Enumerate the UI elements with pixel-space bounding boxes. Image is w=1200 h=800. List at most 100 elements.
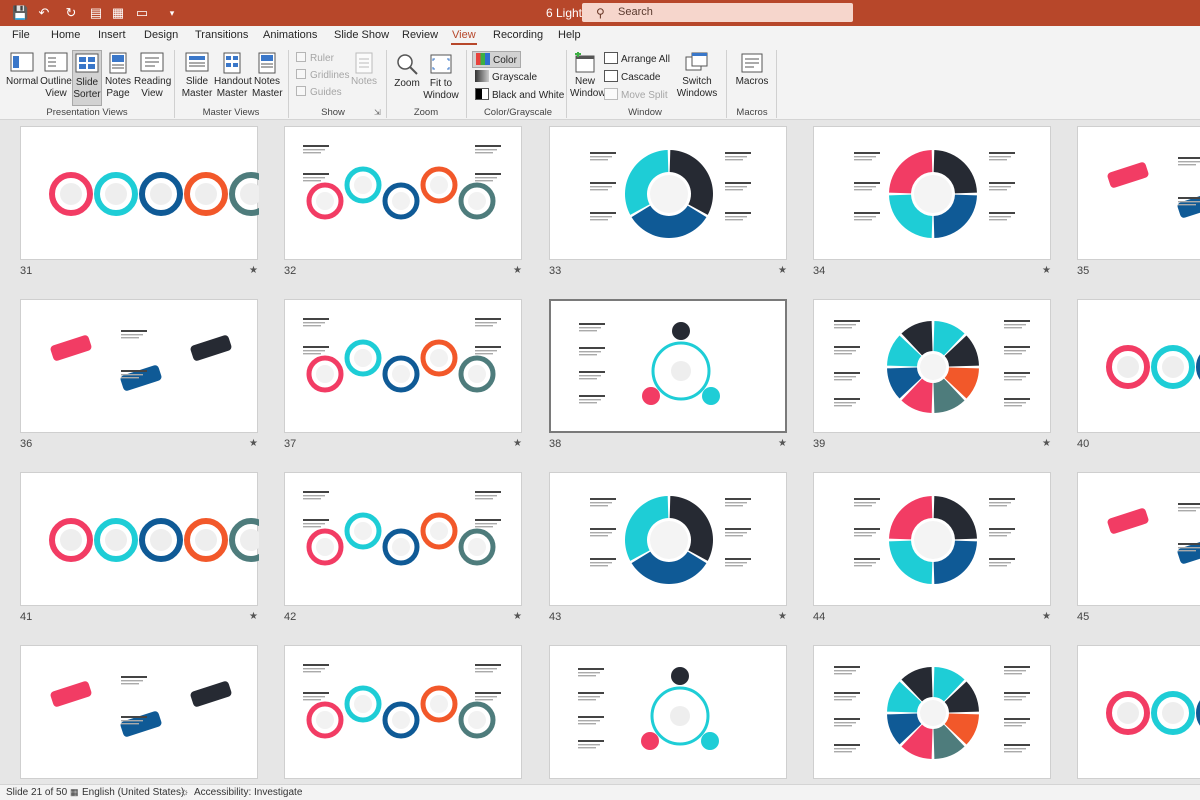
slide-thumbnail[interactable] xyxy=(284,472,522,606)
ruler-label: Ruler xyxy=(310,53,334,64)
transition-star-icon[interactable]: ★ xyxy=(1042,611,1051,622)
transition-star-icon[interactable]: ★ xyxy=(778,611,787,622)
tab-design[interactable]: Design xyxy=(144,29,178,41)
accessibility-status[interactable]: Accessibility: Investigate xyxy=(194,787,302,798)
transition-star-icon[interactable]: ★ xyxy=(1042,265,1051,276)
format-icon[interactable]: ▦ xyxy=(110,5,126,21)
notes-master-button[interactable]: Notes Master xyxy=(252,52,283,100)
fit-to-window-button[interactable]: Fit to Window xyxy=(422,52,460,102)
slide-thumbnail[interactable] xyxy=(284,126,522,260)
tab-help[interactable]: Help xyxy=(558,29,581,41)
redo-icon[interactable]: ↻ xyxy=(63,5,79,21)
notes-label: Notes xyxy=(350,76,378,87)
slide-thumbnail[interactable] xyxy=(20,126,259,260)
tab-home[interactable]: Home xyxy=(51,29,80,41)
slide-thumbnail[interactable] xyxy=(1077,299,1200,433)
transition-star-icon[interactable]: ★ xyxy=(778,438,787,449)
fit-to-window-icon xyxy=(430,54,452,74)
macros-button[interactable]: Macros xyxy=(734,52,770,88)
shape-icon[interactable]: ▭ xyxy=(134,5,150,21)
zoom-button[interactable]: Zoom xyxy=(392,52,422,90)
transition-star-icon[interactable]: ★ xyxy=(513,265,522,276)
handout-master-button[interactable]: Handout Master xyxy=(214,52,252,100)
slide-thumbnail[interactable] xyxy=(549,299,787,433)
slide-number: 43 xyxy=(549,611,562,623)
slide-master-button[interactable]: Slide Master xyxy=(180,52,214,100)
slide-number: 31 xyxy=(20,265,33,277)
transition-star-icon[interactable]: ★ xyxy=(249,611,258,622)
slide-thumbnail[interactable] xyxy=(813,299,1051,433)
divider xyxy=(776,50,777,118)
new-window-button[interactable]: New Window xyxy=(570,52,606,100)
slide-thumbnail[interactable] xyxy=(20,645,258,779)
switch-windows-button[interactable]: Switch Windows xyxy=(674,52,720,100)
slide-thumbnail[interactable] xyxy=(20,472,259,606)
gridlines-label: Gridlines xyxy=(310,70,350,81)
slide-sorter-button[interactable]: Slide Sorter xyxy=(72,50,102,106)
black-and-white-button[interactable]: Black and White xyxy=(475,88,564,101)
present-icon[interactable]: ▤ xyxy=(88,5,104,21)
tab-insert[interactable]: Insert xyxy=(98,29,126,41)
slide-thumbnail[interactable] xyxy=(549,472,787,606)
move-split-button[interactable]: Move Split xyxy=(604,88,668,101)
tab-slide-show[interactable]: Slide Show xyxy=(334,29,389,41)
tab-animations[interactable]: Animations xyxy=(263,29,317,41)
tab-review[interactable]: Review xyxy=(402,29,438,41)
slide-thumbnail[interactable] xyxy=(284,299,522,433)
guides-checkbox[interactable]: Guides xyxy=(296,86,342,98)
black-and-white-label: Black and White xyxy=(492,90,565,101)
new-window-label: New Window xyxy=(570,76,606,99)
notes-page-label: Notes Page xyxy=(104,76,132,99)
normal-view-icon xyxy=(10,52,34,72)
cascade-button[interactable]: Cascade xyxy=(604,70,660,83)
notes-page-icon xyxy=(109,52,127,74)
show-dialog-launcher-icon[interactable]: ⇲ xyxy=(374,108,381,117)
move-split-label: Move Split xyxy=(621,90,668,101)
notes-button[interactable]: Notes xyxy=(350,52,378,88)
switch-windows-icon xyxy=(685,52,708,71)
slide-thumbnail[interactable] xyxy=(284,645,522,779)
slide-thumbnail[interactable] xyxy=(813,472,1051,606)
transition-star-icon[interactable]: ★ xyxy=(778,265,787,276)
divider xyxy=(386,50,387,118)
gridlines-checkbox[interactable]: Gridlines xyxy=(296,69,349,81)
transition-star-icon[interactable]: ★ xyxy=(249,265,258,276)
color-button[interactable]: Color xyxy=(472,51,521,68)
ruler-checkbox[interactable]: Ruler xyxy=(296,52,334,64)
slide-thumbnail[interactable] xyxy=(20,299,258,433)
slide-counter: Slide 21 of 50 xyxy=(6,787,68,798)
spelling-icon[interactable]: ▦ xyxy=(70,787,79,798)
ribbon-tabs: File Home Insert Design Transitions Anim… xyxy=(0,26,1200,46)
tab-file[interactable]: File xyxy=(12,29,30,41)
slide-number: 34 xyxy=(813,265,826,277)
slide-thumbnail[interactable] xyxy=(549,645,787,779)
slide-thumbnail[interactable] xyxy=(813,126,1051,260)
transition-star-icon[interactable]: ★ xyxy=(513,611,522,622)
slide-thumbnail[interactable] xyxy=(1077,645,1200,779)
outline-view-icon xyxy=(44,52,68,72)
language-indicator[interactable]: English (United States) xyxy=(82,787,184,798)
outline-view-button[interactable]: Outline View xyxy=(40,52,72,100)
slide-thumbnail[interactable] xyxy=(813,645,1051,779)
grayscale-button[interactable]: Grayscale xyxy=(475,70,537,83)
tab-transitions[interactable]: Transitions xyxy=(195,29,248,41)
slide-thumbnail[interactable] xyxy=(1077,126,1200,260)
tab-view[interactable]: View xyxy=(451,29,477,45)
slide-thumbnail[interactable] xyxy=(1077,472,1200,606)
transition-star-icon[interactable]: ★ xyxy=(249,438,258,449)
slide-sorter-pane[interactable]: 31 ★ 32 ★ 33 ★ 34 ★ 35 36 ★ 37 ★ 38 ★ 39 ★ 40 41 ★ 42 ★ 43 ★ 44 ★… xyxy=(0,121,1200,784)
undo-icon[interactable]: ↶ xyxy=(36,5,52,21)
slide-thumbnail[interactable] xyxy=(549,126,787,260)
normal-view-button[interactable]: Normal xyxy=(6,52,38,88)
customize-qat-icon[interactable]: ▾ xyxy=(164,5,180,21)
save-icon[interactable]: 💾 xyxy=(12,5,28,21)
arrange-all-button[interactable]: Arrange All xyxy=(604,52,670,65)
reading-view-button[interactable]: Reading View xyxy=(134,52,171,100)
grayscale-swatch-icon xyxy=(475,70,489,82)
transition-star-icon[interactable]: ★ xyxy=(513,438,522,449)
search-box[interactable]: ⚲ Search xyxy=(582,3,853,22)
divider xyxy=(466,50,467,118)
transition-star-icon[interactable]: ★ xyxy=(1042,438,1051,449)
tab-recording[interactable]: Recording xyxy=(493,29,543,41)
notes-page-button[interactable]: Notes Page xyxy=(104,52,132,100)
